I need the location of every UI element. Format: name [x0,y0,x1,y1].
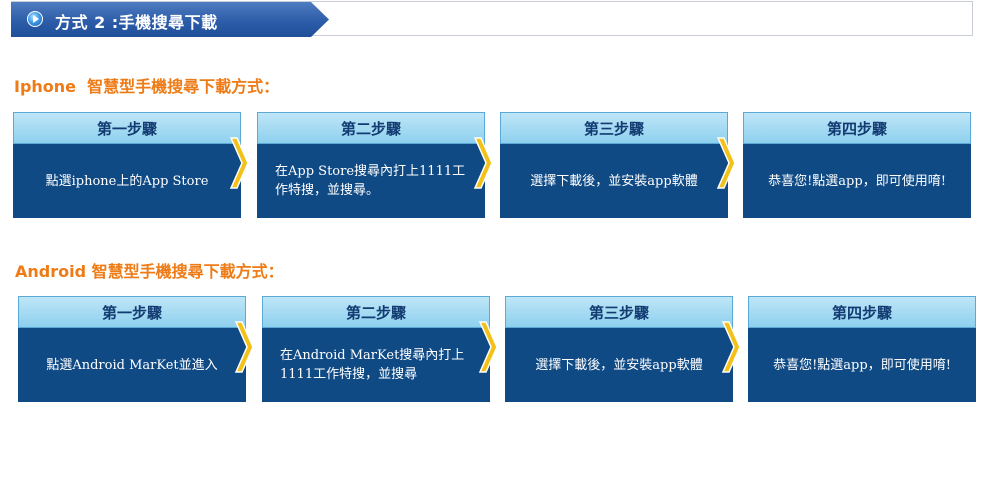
step-label: 第二步驟 [262,296,490,328]
iphone-step-3: 第三步驟 選擇下載後，並安裝app軟體 [500,112,728,218]
android-step-1: 第一步驟 點選Android MarKet並進入 [18,296,246,402]
step-text: 恭喜您!點選app，即可使用唷! [743,144,971,218]
chevron-right-icon [716,137,736,189]
chevron-right-icon [721,321,741,373]
chevron-right-icon [234,321,254,373]
step-text: 選擇下載後，並安裝app軟體 [500,144,728,218]
page-banner: 方式 2 :手機搜尋下載 [11,1,973,37]
step-label: 第三步驟 [505,296,733,328]
play-circle-icon [27,11,43,27]
android-section-title: Android 智慧型手機搜尋下載方式： [15,262,284,281]
step-label: 第二步驟 [257,112,485,144]
step-text: 在App Store搜尋內打上1111工作特搜，並搜尋。 [257,144,485,218]
android-step-3: 第三步驟 選擇下載後，並安裝app軟體 [505,296,733,402]
iphone-step-1: 第一步驟 點選iphone上的App Store [13,112,241,218]
step-text: 選擇下載後，並安裝app軟體 [505,328,733,402]
android-step-2: 第二步驟 在Android MarKet搜尋內打上1111工作特搜，並搜尋 [262,296,490,402]
step-text: 點選iphone上的App Store [13,144,241,218]
step-label: 第三步驟 [500,112,728,144]
chevron-right-icon [473,137,493,189]
iphone-step-2: 第二步驟 在App Store搜尋內打上1111工作特搜，並搜尋。 [257,112,485,218]
step-text: 恭喜您!點選app，即可使用唷! [748,328,976,402]
step-label: 第四步驟 [743,112,971,144]
step-label: 第一步驟 [13,112,241,144]
iphone-step-4: 第四步驟 恭喜您!點選app，即可使用唷! [743,112,971,218]
banner-title: 方式 2 :手機搜尋下載 [55,13,218,32]
step-text: 點選Android MarKet並進入 [18,328,246,402]
step-label: 第一步驟 [18,296,246,328]
android-step-4: 第四步驟 恭喜您!點選app，即可使用唷! [748,296,976,402]
step-label: 第四步驟 [748,296,976,328]
chevron-right-icon [229,137,249,189]
iphone-section-title: Iphone 智慧型手機搜尋下載方式： [14,77,280,96]
step-text: 在Android MarKet搜尋內打上1111工作特搜，並搜尋 [262,328,490,402]
chevron-right-icon [478,321,498,373]
